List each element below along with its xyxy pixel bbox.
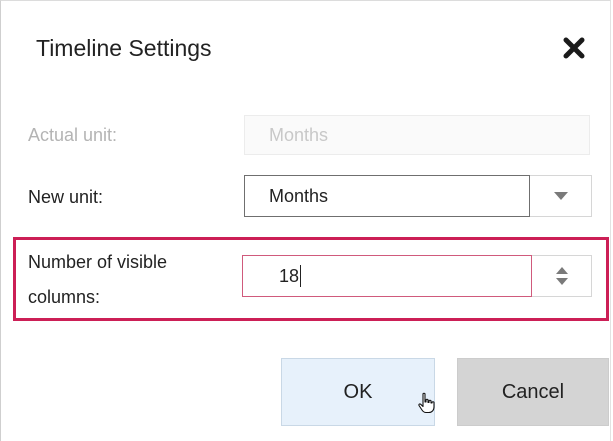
chevron-down-icon	[553, 192, 568, 200]
actual-unit-field: Months	[244, 115, 590, 155]
ok-button[interactable]: OK	[281, 358, 435, 426]
visible-columns-label-line1: Number of visible	[28, 252, 168, 272]
text-caret	[300, 265, 302, 287]
actual-unit-value: Months	[269, 124, 329, 145]
spinner-updown-icon	[555, 267, 568, 285]
new-unit-dropdown-button[interactable]	[530, 175, 592, 217]
new-unit-select[interactable]: Months	[244, 175, 592, 217]
hand-pointer-icon	[418, 392, 435, 414]
close-icon	[563, 37, 585, 59]
dialog-title: Timeline Settings	[36, 35, 212, 61]
visible-columns-input[interactable]: 18	[242, 255, 532, 297]
actual-unit-label: Actual unit:	[28, 125, 118, 145]
new-unit-value[interactable]: Months	[244, 175, 530, 217]
cancel-button[interactable]: Cancel	[457, 358, 609, 426]
new-unit-label: New unit:	[28, 187, 104, 207]
close-button[interactable]	[559, 33, 589, 63]
visible-columns-label-line2: columns:	[28, 287, 101, 307]
visible-columns-spinner[interactable]	[532, 255, 592, 297]
visible-columns-value: 18	[279, 265, 300, 286]
timeline-settings-dialog: Timeline Settings Actual unit: Months Ne…	[0, 0, 611, 441]
